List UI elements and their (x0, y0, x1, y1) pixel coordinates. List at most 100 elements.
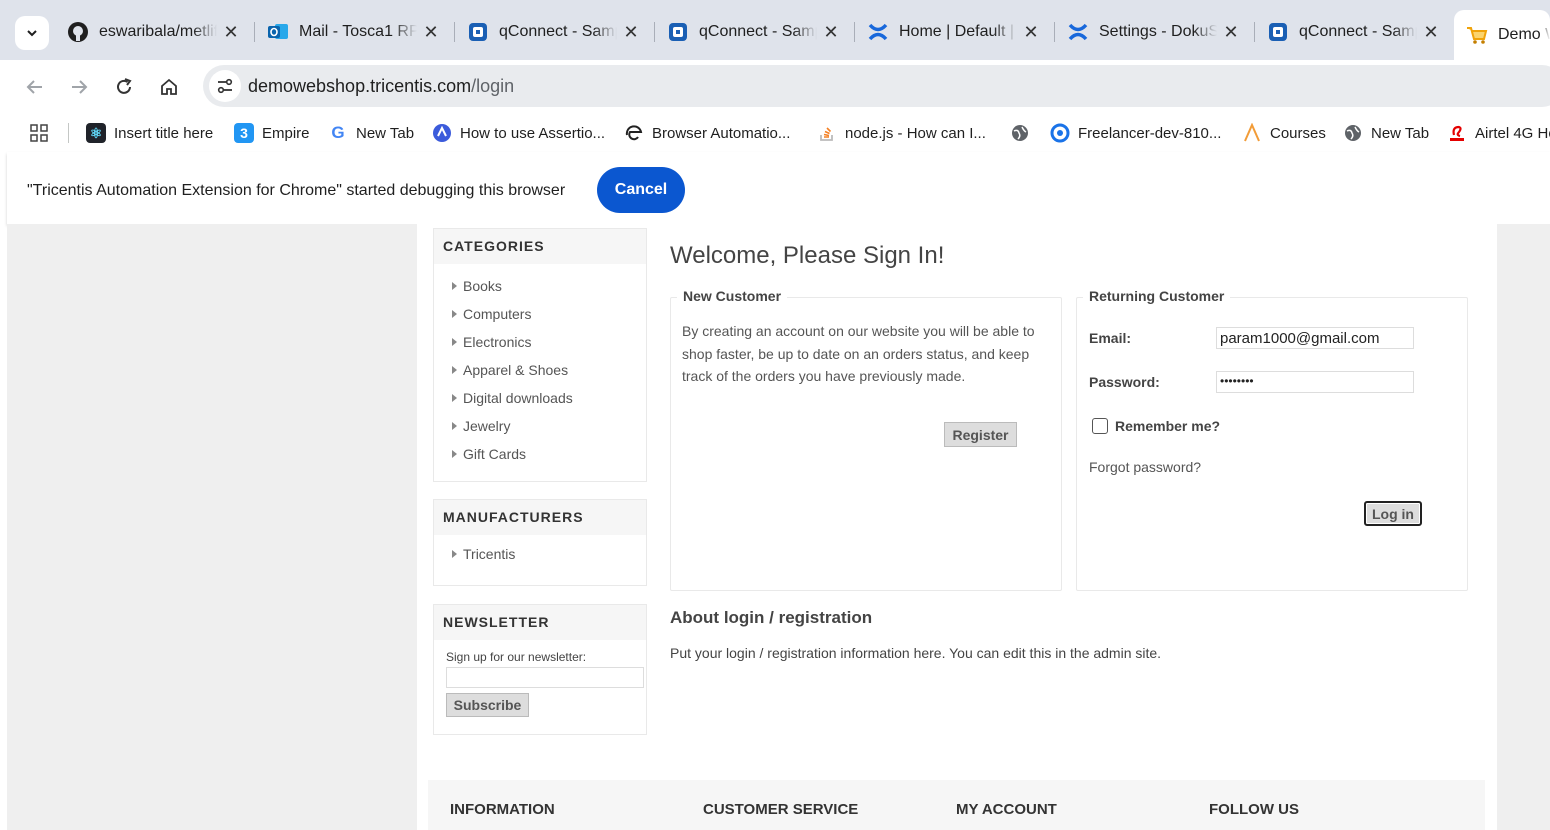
bookmark-assertion[interactable]: How to use Assertio... (432, 122, 605, 144)
tab-demo-web-shop[interactable]: Demo Web Shop (1454, 10, 1550, 60)
footer-heading-follow-us: FOLLOW US (1209, 801, 1299, 818)
bookmark-label: Freelancer-dev-810... (1078, 124, 1222, 142)
close-icon[interactable]: ✕ (417, 22, 445, 43)
triangle-right-icon (452, 366, 457, 374)
category-item-digital-downloads[interactable]: Digital downloads (452, 384, 646, 412)
infobar-message: "Tricentis Automation Extension for Chro… (27, 182, 566, 199)
triangle-right-icon (452, 338, 457, 346)
category-item-jewelry[interactable]: Jewelry (452, 412, 646, 440)
debugging-infobar: "Tricentis Automation Extension for Chro… (7, 152, 1550, 224)
bookmark-label: New Tab (356, 124, 415, 142)
tab-confluence-home[interactable]: Home | Default | ✕ (855, 12, 1055, 52)
category-item-computers[interactable]: Computers (452, 300, 646, 328)
category-item-gift-cards[interactable]: Gift Cards (452, 440, 646, 468)
bookmark-globe[interactable] (1010, 122, 1038, 144)
url-path: /login (471, 76, 515, 96)
category-label: Gift Cards (463, 446, 527, 462)
close-icon[interactable]: ✕ (1217, 22, 1245, 43)
bookmarks-bar: ⚛ Insert title here 3 Empire G New Tab H… (7, 114, 1550, 152)
bookmark-empire[interactable]: 3 Empire (234, 122, 310, 144)
triangle-right-icon (452, 550, 457, 558)
bookmark-new-tab[interactable]: New Tab (1343, 122, 1429, 144)
cart-icon (1466, 24, 1488, 46)
login-button[interactable]: Log in (1364, 501, 1422, 526)
bookmark-freelancer[interactable]: Freelancer-dev-810... (1050, 122, 1221, 144)
triangle-right-icon (452, 422, 457, 430)
tab-search-button[interactable] (15, 16, 49, 50)
tab-qconnect-3[interactable]: qConnect - Sample ✕ (1255, 12, 1455, 52)
apps-button[interactable] (29, 122, 49, 144)
about-text: Put your login / registration informatio… (670, 645, 1162, 661)
bookmark-label: Empire (262, 124, 310, 142)
category-item-electronics[interactable]: Electronics (452, 328, 646, 356)
tab-qconnect-1[interactable]: qConnect - Sample ✕ (455, 12, 655, 52)
reload-icon (117, 78, 132, 94)
category-label: Apparel & Shoes (463, 362, 569, 378)
triangle-right-icon (452, 310, 457, 318)
forgot-password-link[interactable]: Forgot password? (1089, 459, 1201, 475)
footer-heading-information: INFORMATION (450, 801, 555, 818)
airtel-icon (1447, 123, 1467, 143)
globe-icon (1010, 123, 1030, 143)
bookmark-browser-automation[interactable]: Browser Automatio... (624, 122, 790, 144)
bookmark-courses[interactable]: Courses (1242, 122, 1326, 144)
forward-button[interactable] (66, 74, 92, 100)
tab-qconnect-2[interactable]: qConnect - Sample ✕ (655, 12, 855, 52)
close-icon[interactable]: ✕ (817, 22, 845, 43)
close-icon[interactable]: ✕ (617, 22, 645, 43)
close-icon[interactable]: ✕ (1417, 22, 1445, 43)
tab-github[interactable]: eswaribala/metlife ✕ (55, 12, 255, 52)
confluence-icon (1067, 21, 1089, 43)
tab-settings[interactable]: Settings - DokuSign ✕ (1055, 12, 1255, 52)
category-item-apparel[interactable]: Apparel & Shoes (452, 356, 646, 384)
category-label: Books (463, 278, 502, 294)
register-button[interactable]: Register (944, 422, 1017, 447)
bookmark-label: node.js - How can I... (845, 124, 986, 142)
categories-title: CATEGORIES (434, 229, 646, 264)
empire-icon: 3 (234, 123, 254, 143)
new-customer-box: New Customer By creating an account on o… (670, 288, 1062, 591)
stackoverflow-icon (817, 123, 837, 143)
category-item-books[interactable]: Books (452, 272, 646, 300)
triangle-right-icon (452, 394, 457, 402)
close-icon[interactable]: ✕ (1017, 22, 1045, 43)
tab-mail[interactable]: Mail - Tosca1 RPA ✕ (255, 12, 455, 52)
tab-strip: eswaribala/metlife ✕ Mail - Tosca1 RPA ✕… (0, 0, 1550, 60)
manufacturers-title: MANUFACTURERS (434, 500, 646, 535)
bookmark-label: How to use Assertio... (460, 124, 606, 142)
bookmark-nodejs[interactable]: node.js - How can I... (817, 122, 986, 144)
remember-me-label[interactable]: Remember me? (1115, 418, 1220, 434)
bookmark-new-tab-google[interactable]: G New Tab (328, 122, 414, 144)
page-title: Welcome, Please Sign In! (670, 242, 945, 269)
tab-title: qConnect - Sample (499, 23, 617, 40)
confluence-icon (867, 21, 889, 43)
chevron-down-icon (27, 30, 37, 37)
address-bar[interactable]: demowebshop.tricentis.com/login (203, 65, 1550, 107)
tab-title: Mail - Tosca1 RPA (299, 23, 417, 40)
manufacturer-item-tricentis[interactable]: Tricentis (452, 540, 646, 568)
github-icon (67, 21, 89, 43)
newsletter-email-input[interactable] (446, 667, 644, 688)
subscribe-button[interactable]: Subscribe (446, 693, 529, 717)
remember-me-checkbox[interactable] (1092, 418, 1108, 434)
newsletter-block: NEWSLETTER Sign up for our newsletter: S… (433, 604, 647, 735)
close-icon[interactable]: ✕ (217, 22, 245, 43)
site-info-icon[interactable] (209, 70, 241, 102)
returning-customer-title: Returning Customer (1083, 288, 1231, 304)
back-button[interactable] (22, 74, 48, 100)
cancel-debugging-button[interactable]: Cancel (597, 167, 685, 213)
browser-chrome: eswaribala/metlife ✕ Mail - Tosca1 RPA ✕… (0, 0, 1550, 224)
apps-grid-icon (30, 124, 48, 142)
arrow-left-icon (26, 80, 42, 94)
email-field[interactable] (1216, 327, 1414, 349)
bookmark-airtel[interactable]: Airtel 4G Ho (1447, 122, 1550, 144)
about-title: About login / registration (670, 608, 873, 627)
home-button[interactable] (156, 74, 182, 100)
bookmark-insert-title[interactable]: ⚛ Insert title here (86, 122, 213, 144)
reload-button[interactable] (111, 74, 137, 100)
password-field[interactable]: •••••••• (1216, 371, 1414, 393)
qconnect-icon (467, 21, 489, 43)
bookmark-label: Courses (1270, 124, 1326, 142)
bookmark-label: Browser Automatio... (652, 124, 791, 142)
footer: INFORMATION CUSTOMER SERVICE MY ACCOUNT … (428, 780, 1485, 830)
